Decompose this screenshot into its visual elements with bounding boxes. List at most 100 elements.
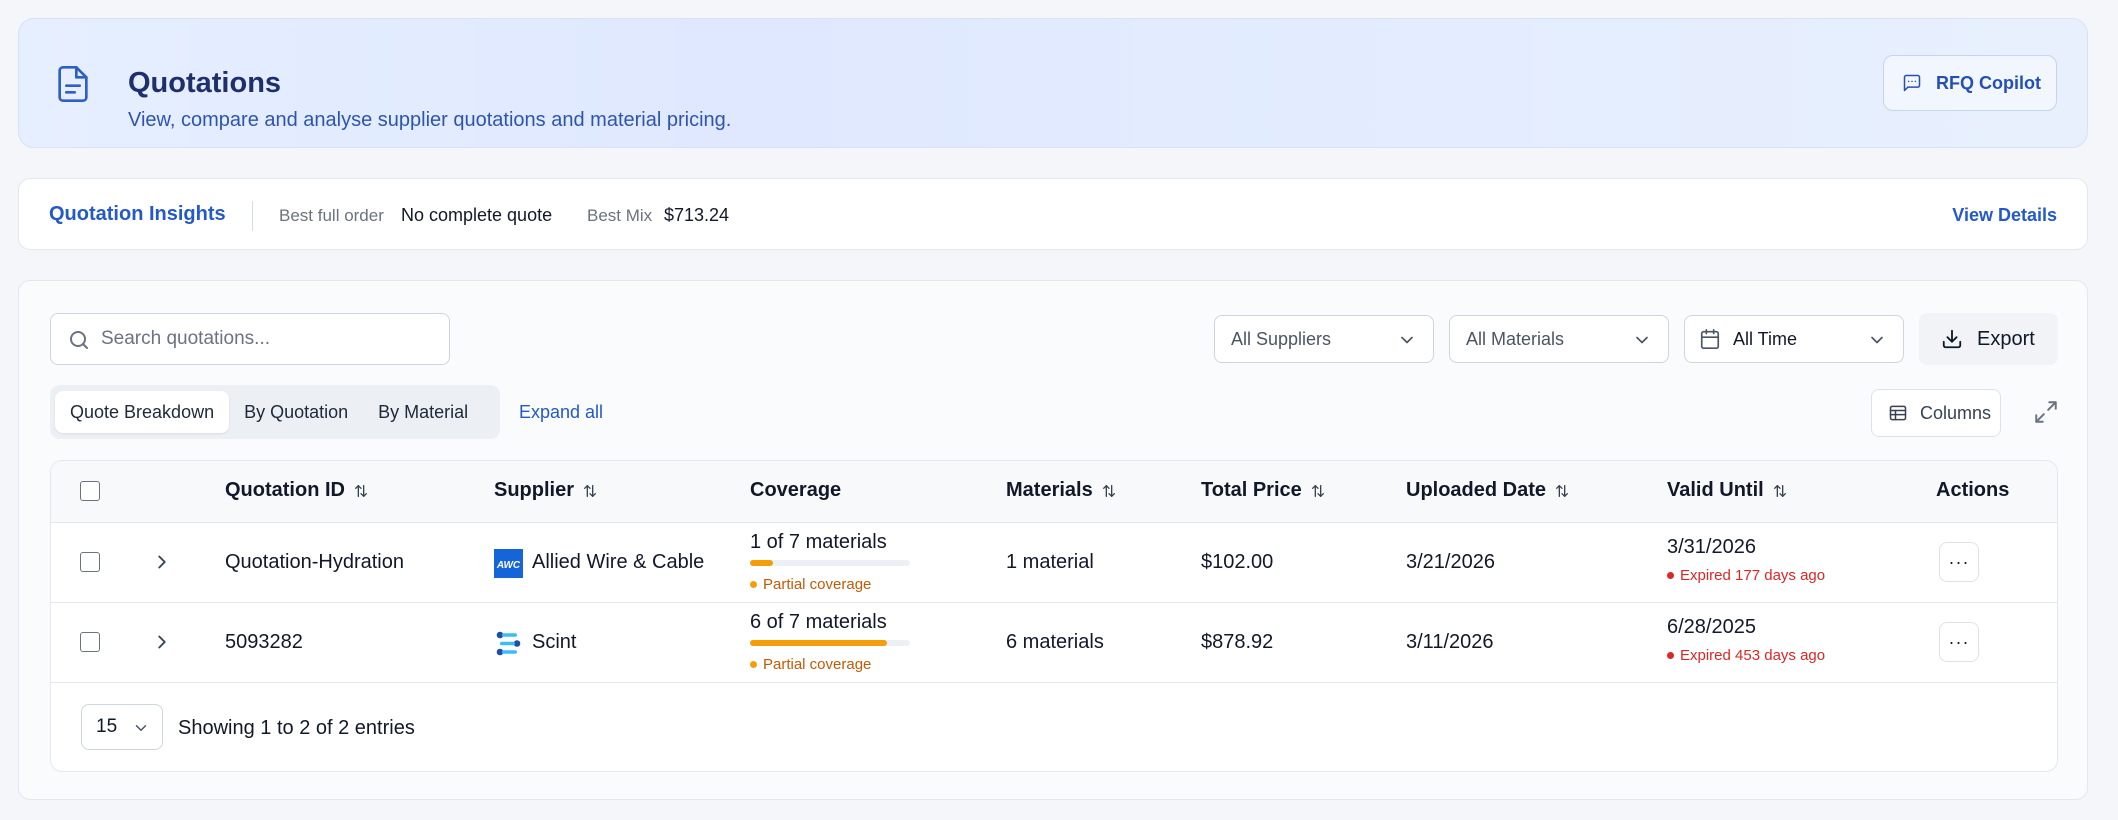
quotations-panel: All Suppliers All Materials All Time Exp…	[18, 280, 2088, 800]
chevron-down-icon	[1401, 336, 1413, 344]
quotation-id[interactable]: Quotation-Hydration	[225, 551, 404, 574]
status-dot	[1667, 652, 1674, 659]
columns-button[interactable]: Columns	[1871, 389, 2001, 437]
material-filter-value: All Materials	[1466, 328, 1565, 349]
document-icon	[58, 66, 88, 102]
search-input[interactable]	[101, 314, 441, 363]
chat-icon	[1903, 74, 1921, 92]
page-subtitle: View, compare and analyse supplier quota…	[128, 109, 732, 131]
row-actions-button[interactable]: ···	[1939, 542, 1979, 582]
coverage-note-text: Partial coverage	[763, 656, 872, 673]
time-filter-select[interactable]: All Time	[1684, 315, 1904, 363]
coverage-note: Partial coverage	[750, 656, 871, 673]
chevron-down-icon	[135, 725, 147, 731]
col-supplier-label: Supplier	[494, 479, 575, 501]
col-uploaded-date[interactable]: Uploaded Date	[1406, 479, 1570, 502]
columns-label: Columns	[1920, 402, 1992, 423]
coverage-bar	[750, 560, 910, 566]
supplier-logo: AWC	[494, 549, 523, 578]
rfq-copilot-button[interactable]: RFQ Copilot	[1883, 55, 2057, 111]
coverage-text: 1 of 7 materials	[750, 531, 887, 553]
supplier-logo	[496, 631, 521, 656]
col-materials-label: Materials	[1006, 479, 1093, 501]
coverage-bar	[750, 640, 910, 646]
chevron-right-icon[interactable]	[151, 551, 173, 573]
expired-note-text: Expired 177 days ago	[1680, 567, 1826, 584]
materials-count: 6 materials	[1006, 631, 1104, 653]
uploaded-date: 3/11/2026	[1406, 631, 1494, 653]
fullscreen-icon[interactable]	[2033, 399, 2059, 425]
coverage-bar-fill	[750, 640, 888, 646]
rfq-copilot-label: RFQ Copilot	[1936, 72, 2041, 93]
sort-icon	[1102, 484, 1115, 497]
material-filter-select[interactable]: All Materials	[1449, 315, 1669, 363]
quotation-id[interactable]: 5093282	[225, 631, 303, 654]
materials-count: 1 material	[1006, 551, 1094, 573]
page-size-value: 15	[96, 716, 118, 737]
expired-note: Expired 453 days ago	[1667, 647, 1825, 664]
tab-quote-breakdown[interactable]: Quote Breakdown	[55, 391, 230, 433]
page-header: Quotations View, compare and analyse sup…	[18, 18, 2088, 148]
coverage-note-text: Partial coverage	[763, 576, 872, 593]
table-row: Quotation-Hydration AWC Allied Wire & Ca…	[51, 523, 2057, 603]
export-label: Export	[1977, 327, 2035, 350]
quotations-table: Quotation ID Supplier Coverage Materials…	[50, 460, 2058, 772]
coverage-bar-fill	[750, 560, 773, 566]
col-coverage: Coverage	[750, 479, 841, 502]
supplier-filter-select[interactable]: All Suppliers	[1214, 315, 1434, 363]
select-all-checkbox[interactable]	[80, 481, 100, 501]
uploaded-date: 3/21/2026	[1406, 551, 1495, 573]
col-coverage-label: Coverage	[750, 479, 842, 501]
showing-entries-text: Showing 1 to 2 of 2 entries	[178, 717, 415, 739]
time-filter-value: All Time	[1733, 328, 1798, 349]
page-size-select[interactable]: 15	[81, 704, 163, 750]
export-button[interactable]: Export	[1919, 313, 2058, 365]
best-mix-value: $713.24	[664, 205, 730, 225]
best-full-order-value: No complete quote	[401, 205, 553, 225]
view-details-link[interactable]: View Details	[1952, 205, 2057, 226]
view-tabs: Quote Breakdown By Quotation By Material	[50, 385, 500, 439]
tab-by-quotation[interactable]: By Quotation	[229, 391, 363, 433]
status-dot	[750, 581, 757, 588]
col-actions-label: Actions	[1936, 479, 2010, 501]
row-checkbox[interactable]	[80, 632, 100, 652]
search-box	[50, 313, 450, 365]
tab-by-material[interactable]: By Material	[363, 391, 483, 433]
status-dot	[1667, 572, 1674, 579]
total-price: $102.00	[1201, 551, 1274, 573]
sort-icon	[354, 484, 367, 497]
coverage-note: Partial coverage	[750, 576, 871, 593]
col-valid-until[interactable]: Valid Until	[1667, 479, 1788, 502]
row-checkbox[interactable]	[80, 552, 100, 572]
col-materials[interactable]: Materials	[1006, 479, 1117, 502]
more-icon: ···	[1948, 631, 1970, 652]
chevron-right-icon[interactable]	[151, 631, 173, 653]
col-quotation-id-label: Quotation ID	[225, 479, 345, 501]
col-uploaded-date-label: Uploaded Date	[1406, 479, 1547, 501]
row-actions-button[interactable]: ···	[1939, 622, 1979, 662]
expired-note-text: Expired 453 days ago	[1680, 647, 1826, 664]
col-supplier[interactable]: Supplier	[494, 479, 598, 502]
col-total-price-label: Total Price	[1201, 479, 1302, 501]
more-icon: ···	[1948, 551, 1970, 572]
col-quotation-id[interactable]: Quotation ID	[225, 479, 369, 502]
expired-note: Expired 177 days ago	[1667, 567, 1825, 584]
chevron-down-icon	[1636, 336, 1648, 344]
calendar-icon	[1700, 329, 1720, 349]
best-mix-label: Best Mix	[587, 206, 653, 225]
col-valid-until-label: Valid Until	[1667, 479, 1764, 501]
sort-icon	[1311, 484, 1324, 497]
supplier-name: Allied Wire & Cable	[532, 551, 705, 573]
download-icon	[1942, 329, 1962, 349]
col-total-price[interactable]: Total Price	[1201, 479, 1326, 502]
expand-all-link[interactable]: Expand all	[519, 402, 603, 423]
total-price: $878.92	[1201, 631, 1274, 653]
page-title: Quotations	[128, 67, 282, 99]
quotation-insights-bar: Quotation Insights Best full order No co…	[18, 178, 2088, 250]
insights-title: Quotation Insights	[49, 203, 226, 225]
sort-icon	[1556, 484, 1569, 497]
supplier-logo-text: AWC	[496, 560, 521, 571]
supplier-name: Scint	[532, 631, 577, 653]
status-dot	[750, 661, 757, 668]
table-row: 5093282 Scint 6 of 7 materials Partial c…	[51, 603, 2057, 683]
